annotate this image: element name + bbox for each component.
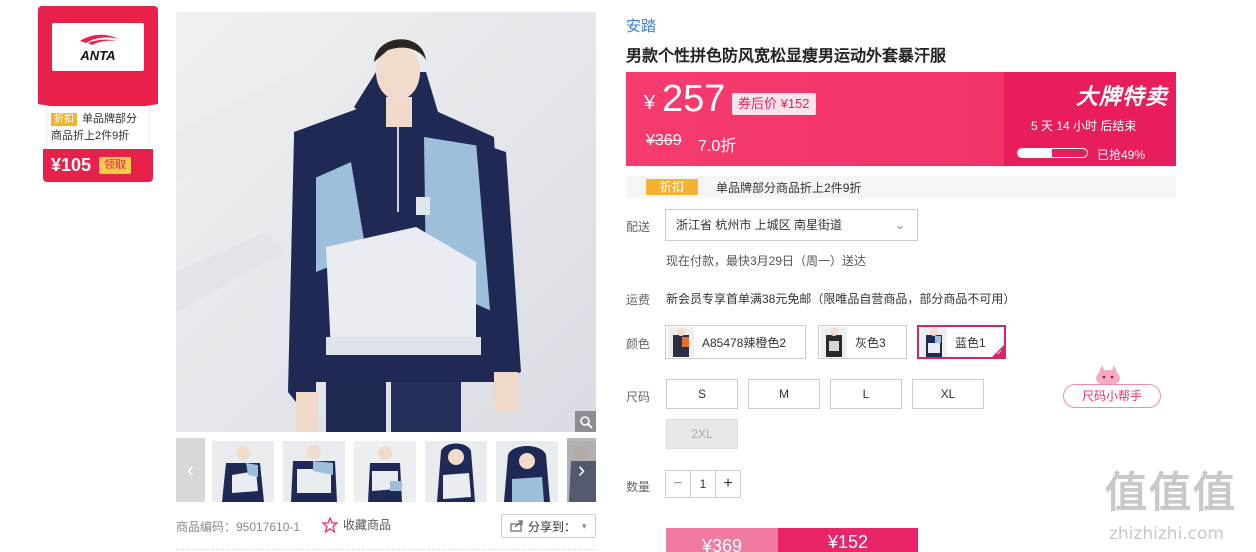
increment-button[interactable]: +: [716, 471, 740, 497]
zoom-icon[interactable]: [575, 411, 596, 432]
product-title: 男款个性拼色防风宽松显瘦男运动外套暴汗服: [626, 48, 947, 65]
current-price: 257: [662, 78, 726, 120]
favorite-button[interactable]: 收藏商品: [322, 516, 391, 533]
after-coupon-price: 券后价 ¥152: [732, 93, 816, 115]
quantity-label: 数量: [626, 480, 651, 494]
check-icon: ✓: [996, 348, 1003, 357]
thumbnail-strip: ‹ ›: [176, 438, 596, 502]
size-option-xl[interactable]: XL: [912, 379, 984, 409]
thumbnail-4[interactable]: [425, 441, 487, 502]
thumbnail-1[interactable]: [212, 441, 274, 502]
site-watermark: 值值值 zhizhizhi.com: [1105, 468, 1255, 552]
shipping-label: 运费: [626, 293, 651, 307]
watermark-url: zhizhizhi.com: [1109, 524, 1224, 544]
caret-down-icon: ▾: [582, 520, 587, 531]
coupon-footer: ¥105 领取: [43, 149, 153, 182]
claim-coupon-button[interactable]: 领取: [99, 157, 132, 174]
color-option-label: 蓝色1: [955, 335, 986, 350]
share-dropdown[interactable]: 分享到： ▾: [501, 514, 596, 538]
sold-percent: 已抢49%: [1097, 148, 1146, 162]
color-label: 颜色: [626, 337, 651, 351]
size-helper-button[interactable]: 尺码小帮手: [1063, 384, 1161, 408]
quantity-stepper: − 1 +: [665, 470, 741, 498]
color-swatch: [821, 327, 847, 357]
divider: [176, 549, 596, 550]
decrement-button[interactable]: −: [666, 471, 690, 497]
discount-tag: 折扣: [51, 113, 77, 126]
original-price: ¥369: [646, 132, 682, 149]
countdown-text: 5 天 14 小时 后结束: [1031, 119, 1137, 133]
address-value: 浙江省 杭州市 上城区 南星街道: [676, 218, 843, 232]
promo-tag: 折扣: [646, 179, 699, 195]
pig-mascot-icon: [1096, 365, 1120, 386]
promo-bar: 折扣 单品牌部分商品折上2件9折: [626, 176, 1176, 198]
thumbnail-3[interactable]: [354, 441, 416, 502]
color-option-gray[interactable]: 灰色3: [818, 325, 907, 359]
size-label: 尺码: [626, 390, 651, 404]
color-option-label: A85478辣橙色2: [702, 335, 787, 350]
shipping-text: 新会员专享首单满38元免邮（限唯品自营商品，部分商品不可用）: [666, 292, 1016, 306]
price-panel: ¥ 257 券后价 ¥152 ¥369 7.0折 大牌特卖 5 天 14 小时 …: [626, 72, 1176, 166]
product-meta-row: 商品编码：95017610-1 收藏商品 分享到： ▾: [176, 512, 596, 538]
star-icon: [322, 516, 338, 533]
buy-coupon-button[interactable]: ¥152: [778, 528, 918, 552]
watermark-logo: 值值值: [1105, 469, 1238, 516]
coupon-price: ¥105: [51, 155, 92, 175]
share-icon: [510, 520, 523, 532]
delivery-label: 配送: [626, 220, 651, 234]
size-option-s[interactable]: S: [666, 379, 738, 409]
sold-progress-fill: [1018, 149, 1052, 157]
coupon-description: 折扣 单品牌部分商品折上2件9折: [46, 106, 150, 150]
address-select[interactable]: 浙江省 杭州市 上城区 南星街道 ⌄: [665, 209, 918, 241]
product-code: 商品编码：95017610-1: [176, 520, 301, 534]
thumbnail-5[interactable]: [496, 441, 558, 502]
discount-rate: 7.0折: [698, 138, 737, 155]
thumb-next-icon[interactable]: ›: [567, 438, 596, 502]
currency-symbol: ¥: [644, 92, 656, 114]
size-option-2xl[interactable]: 2XL: [666, 419, 738, 449]
buy-original-button[interactable]: ¥369: [666, 528, 778, 552]
thumb-prev-icon[interactable]: ‹: [176, 438, 205, 502]
color-option-label: 灰色3: [855, 335, 886, 350]
coupon-header: ANTA: [38, 6, 158, 114]
share-label: 分享到：: [528, 519, 577, 534]
promo-text: 单品牌部分商品折上2件9折: [716, 180, 862, 195]
color-option-blue[interactable]: 蓝色1 ✓: [917, 325, 1006, 359]
thumbnail-2[interactable]: [283, 441, 345, 502]
chevron-down-icon: ⌄: [894, 218, 905, 232]
anta-logo: ANTA: [52, 23, 144, 71]
sold-progress-bar: [1017, 148, 1088, 158]
brand-coupon-card: ANTA 折扣 单品牌部分商品折上2件9折 ¥105 领取: [38, 6, 158, 186]
brand-link[interactable]: 安踏: [626, 15, 656, 36]
flash-sale-title: 大牌特卖: [1076, 84, 1169, 109]
product-main-image[interactable]: [176, 12, 596, 432]
size-option-l[interactable]: L: [830, 379, 902, 409]
color-option-orange[interactable]: A85478辣橙色2: [665, 325, 806, 359]
delivery-eta: 现在付款，最快3月29日（周一）送达: [666, 254, 867, 268]
color-swatch: [668, 327, 694, 357]
quantity-input[interactable]: 1: [690, 471, 716, 497]
logo-text: ANTA: [79, 48, 115, 63]
color-swatch: [921, 327, 947, 357]
favorite-label: 收藏商品: [343, 518, 392, 532]
size-option-m[interactable]: M: [748, 379, 820, 409]
